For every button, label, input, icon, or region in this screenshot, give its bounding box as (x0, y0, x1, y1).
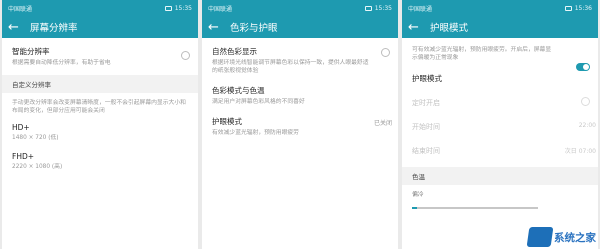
app-bar: ← 屏幕分辨率 (2, 16, 198, 38)
start-time-label: 开始时间 (412, 123, 440, 131)
color-mode-row[interactable]: 色彩模式与色温 满足用户对屏幕色彩风格的不同喜好 (202, 75, 398, 106)
color-eye-care-panel: 中国联通 15:35 ← 色彩与护眼 自然色彩显示 根据环境光线智能调节屏幕色彩… (202, 0, 398, 249)
watermark-logo-icon (526, 227, 554, 247)
carrier-label: 中国联通 (408, 5, 433, 13)
clock-label: 15:35 (374, 4, 392, 12)
item-title: 自然色彩显示 (212, 47, 257, 56)
app-bar: ← 色彩与护眼 (202, 16, 398, 38)
start-time-value: 22:00 (578, 122, 596, 129)
item-title: 护眼模式 (212, 117, 242, 126)
page-title: 色彩与护眼 (230, 23, 278, 34)
natural-color-row[interactable]: 自然色彩显示 根据环境光线智能调节屏幕色彩以保持一致，提供人眼最舒适的纸张般视觉… (202, 38, 398, 75)
eye-comfort-toggle-row[interactable]: 护眼模式 (402, 62, 598, 84)
status-bar: 中国联通 15:35 (2, 0, 198, 16)
toggle-label: 护眼模式 (412, 74, 442, 83)
item-desc: 根据环境光线智能调节屏幕色彩以保持一致，提供人眼最舒适的纸张般视觉体验 (212, 60, 369, 74)
status-bar: 中国联通 15:36 (402, 0, 598, 16)
resolution-option-hd[interactable]: HD+ 1480 × 720 (低) (2, 115, 198, 142)
schedule-row[interactable]: 定时开启 (402, 84, 598, 108)
resolution-option-fhd[interactable]: FHD+ 2220 × 1080 (高) (2, 142, 198, 171)
option-label: FHD+ (12, 152, 35, 161)
slider-fill (412, 207, 418, 209)
schedule-toggle[interactable] (581, 97, 590, 106)
battery-icon (564, 5, 572, 11)
end-time-label: 结束时间 (412, 147, 440, 155)
cool-label: 偏冷 (412, 192, 424, 198)
smart-resolution-toggle[interactable] (181, 51, 190, 60)
natural-color-toggle[interactable] (381, 48, 390, 57)
carrier-label: 中国联通 (8, 5, 33, 13)
status-bar: 中国联通 15:35 (202, 0, 398, 16)
watermark: 系统之家 (526, 227, 596, 247)
eye-comfort-status: 已关闭 (373, 120, 392, 127)
screen-resolution-panel: 中国联通 15:35 ← 屏幕分辨率 智能分辨率 根据需要自动降低分辨率，有助于… (2, 0, 198, 249)
back-arrow-icon[interactable]: ← (8, 21, 22, 34)
back-arrow-icon[interactable]: ← (408, 21, 422, 34)
resolution-note: 手动更改分辨率会改变屏幕清晰度，一般不会引起屏幕内显示大小和布局的变化，但部分应… (2, 93, 198, 115)
eye-comfort-switch[interactable] (576, 63, 590, 71)
eye-comfort-intro: 可有效减少蓝光辐射，预防用眼疲劳。开启后，屏幕显示偏暖为正常现象 (402, 38, 598, 62)
page-title: 护眼模式 (430, 23, 469, 34)
eye-comfort-panel: 中国联通 15:36 ← 护眼模式 可有效减少蓝光辐射，预防用眼疲劳。开启后，屏… (402, 0, 598, 249)
end-time-row[interactable]: 结束时间 次日 07:00 (402, 132, 598, 156)
item-desc: 有效减少蓝光辐射，预防用眼疲劳 (212, 130, 299, 136)
clock-label: 15:36 (574, 4, 592, 12)
eye-comfort-row[interactable]: 护眼模式 有效减少蓝光辐射，预防用眼疲劳 已关闭 (202, 106, 398, 137)
smart-resolution-desc: 根据需要自动降低分辨率，有助于省电 (12, 60, 111, 66)
watermark-text: 系统之家 (554, 231, 596, 244)
option-detail: 1480 × 720 (低) (12, 135, 59, 141)
app-bar: ← 护眼模式 (402, 16, 598, 38)
battery-icon (164, 5, 172, 11)
back-arrow-icon[interactable]: ← (208, 21, 222, 34)
schedule-label: 定时开启 (412, 99, 440, 107)
clock-label: 15:35 (174, 4, 192, 12)
end-time-value: 次日 07:00 (564, 148, 596, 155)
start-time-row[interactable]: 开始时间 22:00 (402, 108, 598, 132)
option-label: HD+ (12, 123, 30, 132)
color-temperature-header: 色温 (402, 167, 598, 185)
color-temperature-slider[interactable] (412, 204, 538, 212)
intro-text: 可有效减少蓝光辐射，预防用眼疲劳。开启后，屏幕显示偏暖为正常现象 (412, 47, 552, 61)
item-title: 色彩模式与色温 (212, 86, 265, 95)
smart-resolution-row[interactable]: 智能分辨率 根据需要自动降低分辨率，有助于省电 (2, 38, 198, 75)
color-temperature-row: 偏冷 (402, 185, 598, 212)
option-detail: 2220 × 1080 (高) (12, 164, 63, 170)
carrier-label: 中国联通 (208, 5, 233, 13)
item-desc: 满足用户对屏幕色彩风格的不同喜好 (212, 99, 305, 105)
battery-icon (364, 5, 372, 11)
page-title: 屏幕分辨率 (30, 23, 78, 34)
smart-resolution-title: 智能分辨率 (12, 47, 50, 56)
section-header: 自定义分辨率 (2, 75, 198, 93)
resolution-note-text: 手动更改分辨率会改变屏幕清晰度，一般不会引起屏幕内显示大小和布局的变化，但部分应… (12, 100, 186, 114)
